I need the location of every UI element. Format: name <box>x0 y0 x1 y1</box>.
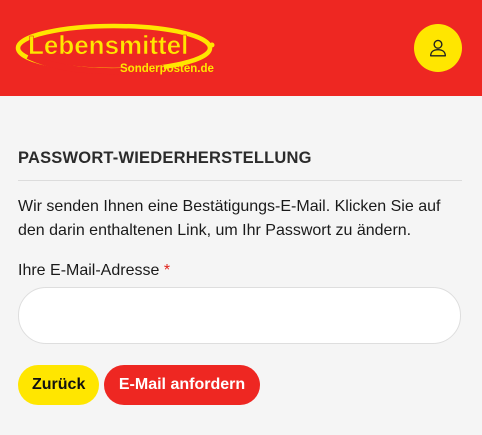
user-icon <box>429 39 447 57</box>
logo-graphic: Lebensmittel Sonderposten.de <box>15 23 215 75</box>
logo[interactable]: Lebensmittel Sonderposten.de <box>14 18 224 78</box>
email-label: Ihre E-Mail-Adresse * <box>18 261 462 281</box>
site-header: Lebensmittel Sonderposten.de <box>0 0 482 96</box>
logo-subtitle: Sonderposten.de <box>120 63 214 75</box>
logo-name: Lebensmittel <box>28 30 188 60</box>
account-button[interactable] <box>414 24 462 72</box>
form-actions: Zurück E-Mail anfordern <box>18 365 462 405</box>
email-input[interactable] <box>18 287 461 344</box>
password-recovery-form: PASSWORT-WIEDERHERSTELLUNG Wir senden Ih… <box>18 96 462 405</box>
required-marker: * <box>163 262 171 279</box>
intro-text: Wir senden Ihnen eine Bestätigungs-E-Mai… <box>18 198 441 239</box>
request-email-button[interactable]: E-Mail anfordern <box>104 365 260 405</box>
email-label-text: Ihre E-Mail-Adresse <box>18 262 160 279</box>
page-title: PASSWORT-WIEDERHERSTELLUNG <box>18 149 462 181</box>
back-button[interactable]: Zurück <box>18 365 99 405</box>
